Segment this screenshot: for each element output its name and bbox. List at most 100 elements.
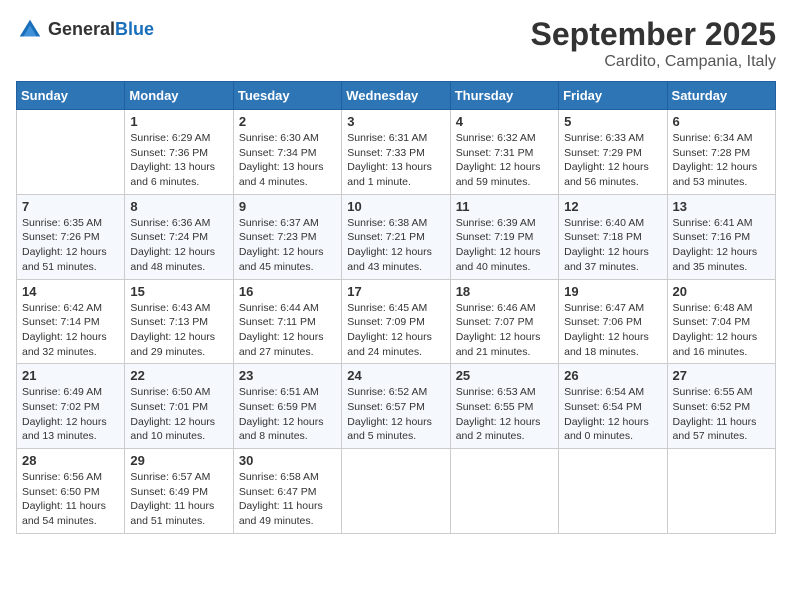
calendar-cell: 3 Sunrise: 6:31 AMSunset: 7:33 PMDaylight…	[342, 110, 450, 195]
calendar-cell: 9 Sunrise: 6:37 AMSunset: 7:23 PMDaylight…	[233, 194, 341, 279]
calendar-cell: 29 Sunrise: 6:57 AMSunset: 6:49 PMDayligh…	[125, 449, 233, 534]
logo-icon	[16, 16, 44, 44]
calendar-cell: 10 Sunrise: 6:38 AMSunset: 7:21 PMDayligh…	[342, 194, 450, 279]
calendar-cell: 13Sunrise: 6:41 AMSunset: 7:16 PMDayligh…	[667, 194, 775, 279]
day-number: 3	[347, 114, 444, 129]
day-number: 25	[456, 368, 553, 383]
day-number: 14	[22, 284, 119, 299]
day-detail: Sunrise: 6:42 AMSunset: 7:14 PMDaylight:…	[22, 301, 119, 360]
day-detail: Sunrise: 6:51 AMSunset: 6:59 PMDaylight:…	[239, 385, 336, 444]
day-number: 18	[456, 284, 553, 299]
calendar-cell: 6Sunrise: 6:34 AMSunset: 7:28 PMDaylight…	[667, 110, 775, 195]
calendar-cell: 20 Sunrise: 6:48 AMSunset: 7:04 PMDayligh…	[667, 279, 775, 364]
calendar-cell: 25 Sunrise: 6:53 AMSunset: 6:55 PMDayligh…	[450, 364, 558, 449]
day-number: 29	[130, 453, 227, 468]
day-detail: Sunrise: 6:37 AMSunset: 7:23 PMDaylight:…	[239, 216, 336, 275]
calendar-week-2: 7 Sunrise: 6:35 AMSunset: 7:26 PMDaylight…	[17, 194, 776, 279]
day-detail: Sunrise: 6:56 AMSunset: 6:50 PMDaylight:…	[22, 470, 119, 529]
day-detail: Sunrise: 6:36 AMSunset: 7:24 PMDaylight:…	[130, 216, 227, 275]
day-detail: Sunrise: 6:38 AMSunset: 7:21 PMDaylight:…	[347, 216, 444, 275]
day-detail: Sunrise: 6:31 AMSunset: 7:33 PMDaylight:…	[347, 131, 444, 190]
day-number: 17	[347, 284, 444, 299]
day-detail: Sunrise: 6:49 AMSunset: 7:02 PMDaylight:…	[22, 385, 119, 444]
day-header-monday: Monday	[125, 82, 233, 110]
day-number: 10	[347, 199, 444, 214]
calendar-cell	[342, 449, 450, 534]
day-detail: Sunrise: 6:33 AMSunset: 7:29 PMDaylight:…	[564, 131, 661, 190]
day-detail: Sunrise: 6:45 AMSunset: 7:09 PMDaylight:…	[347, 301, 444, 360]
day-detail: Sunrise: 6:57 AMSunset: 6:49 PMDaylight:…	[130, 470, 227, 529]
calendar-cell	[17, 110, 125, 195]
day-number: 15	[130, 284, 227, 299]
calendar-cell: 8 Sunrise: 6:36 AMSunset: 7:24 PMDaylight…	[125, 194, 233, 279]
day-number: 19	[564, 284, 661, 299]
calendar-cell: 14 Sunrise: 6:42 AMSunset: 7:14 PMDayligh…	[17, 279, 125, 364]
calendar-cell: 22 Sunrise: 6:50 AMSunset: 7:01 PMDayligh…	[125, 364, 233, 449]
day-number: 30	[239, 453, 336, 468]
day-number: 16	[239, 284, 336, 299]
day-number: 1	[130, 114, 227, 129]
day-number: 4	[456, 114, 553, 129]
day-detail: Sunrise: 6:43 AMSunset: 7:13 PMDaylight:…	[130, 301, 227, 360]
day-detail: Sunrise: 6:53 AMSunset: 6:55 PMDaylight:…	[456, 385, 553, 444]
calendar-cell: 12 Sunrise: 6:40 AMSunset: 7:18 PMDayligh…	[559, 194, 667, 279]
day-number: 11	[456, 199, 553, 214]
day-detail: Sunrise: 6:54 AMSunset: 6:54 PMDaylight:…	[564, 385, 661, 444]
calendar-cell	[450, 449, 558, 534]
calendar-cell: 17 Sunrise: 6:45 AMSunset: 7:09 PMDayligh…	[342, 279, 450, 364]
day-detail: Sunrise: 6:48 AMSunset: 7:04 PMDaylight:…	[673, 301, 770, 360]
calendar-cell: 23 Sunrise: 6:51 AMSunset: 6:59 PMDayligh…	[233, 364, 341, 449]
day-number: 24	[347, 368, 444, 383]
calendar-cell: 21 Sunrise: 6:49 AMSunset: 7:02 PMDayligh…	[17, 364, 125, 449]
day-number: 5	[564, 114, 661, 129]
day-number: 26	[564, 368, 661, 383]
day-number: 22	[130, 368, 227, 383]
day-detail: Sunrise: 6:55 AMSunset: 6:52 PMDaylight:…	[673, 385, 770, 444]
calendar-cell: 28 Sunrise: 6:56 AMSunset: 6:50 PMDayligh…	[17, 449, 125, 534]
day-number: 28	[22, 453, 119, 468]
day-detail: Sunrise: 6:47 AMSunset: 7:06 PMDaylight:…	[564, 301, 661, 360]
day-detail: Sunrise: 6:32 AMSunset: 7:31 PMDaylight:…	[456, 131, 553, 190]
calendar-cell: 5 Sunrise: 6:33 AMSunset: 7:29 PMDaylight…	[559, 110, 667, 195]
logo-general: GeneralBlue	[48, 20, 154, 40]
day-detail: Sunrise: 6:34 AMSunset: 7:28 PMDaylight:…	[673, 131, 770, 190]
day-detail: Sunrise: 6:46 AMSunset: 7:07 PMDaylight:…	[456, 301, 553, 360]
calendar-cell: 24Sunrise: 6:52 AMSunset: 6:57 PMDayligh…	[342, 364, 450, 449]
day-number: 8	[130, 199, 227, 214]
calendar-cell: 4 Sunrise: 6:32 AMSunset: 7:31 PMDaylight…	[450, 110, 558, 195]
day-detail: Sunrise: 6:35 AMSunset: 7:26 PMDaylight:…	[22, 216, 119, 275]
calendar-cell: 18 Sunrise: 6:46 AMSunset: 7:07 PMDayligh…	[450, 279, 558, 364]
calendar-cell: 7 Sunrise: 6:35 AMSunset: 7:26 PMDaylight…	[17, 194, 125, 279]
calendar-cell: 1 Sunrise: 6:29 AMSunset: 7:36 PMDaylight…	[125, 110, 233, 195]
calendar-cell: 26 Sunrise: 6:54 AMSunset: 6:54 PMDayligh…	[559, 364, 667, 449]
page-header: GeneralBlue September 2025 Cardito, Camp…	[16, 16, 776, 71]
day-number: 21	[22, 368, 119, 383]
day-detail: Sunrise: 6:58 AMSunset: 6:47 PMDaylight:…	[239, 470, 336, 529]
day-header-tuesday: Tuesday	[233, 82, 341, 110]
day-number: 9	[239, 199, 336, 214]
day-detail: Sunrise: 6:50 AMSunset: 7:01 PMDaylight:…	[130, 385, 227, 444]
day-detail: Sunrise: 6:39 AMSunset: 7:19 PMDaylight:…	[456, 216, 553, 275]
day-detail: Sunrise: 6:41 AMSunset: 7:16 PMDaylight:…	[673, 216, 770, 275]
calendar-cell: 11 Sunrise: 6:39 AMSunset: 7:19 PMDayligh…	[450, 194, 558, 279]
day-detail: Sunrise: 6:44 AMSunset: 7:11 PMDaylight:…	[239, 301, 336, 360]
day-number: 12	[564, 199, 661, 214]
calendar-cell	[667, 449, 775, 534]
calendar-week-5: 28 Sunrise: 6:56 AMSunset: 6:50 PMDayligh…	[17, 449, 776, 534]
calendar-header-row: SundayMondayTuesdayWednesdayThursdayFrid…	[17, 82, 776, 110]
day-detail: Sunrise: 6:40 AMSunset: 7:18 PMDaylight:…	[564, 216, 661, 275]
day-detail: Sunrise: 6:30 AMSunset: 7:34 PMDaylight:…	[239, 131, 336, 190]
location-title: Cardito, Campania, Italy	[531, 53, 776, 71]
calendar-cell: 16 Sunrise: 6:44 AMSunset: 7:11 PMDayligh…	[233, 279, 341, 364]
day-number: 20	[673, 284, 770, 299]
calendar-cell: 30 Sunrise: 6:58 AMSunset: 6:47 PMDayligh…	[233, 449, 341, 534]
day-number: 27	[673, 368, 770, 383]
day-header-saturday: Saturday	[667, 82, 775, 110]
day-number: 7	[22, 199, 119, 214]
calendar-table: SundayMondayTuesdayWednesdayThursdayFrid…	[16, 81, 776, 534]
logo: GeneralBlue	[16, 16, 154, 44]
day-number: 23	[239, 368, 336, 383]
day-detail: Sunrise: 6:29 AMSunset: 7:36 PMDaylight:…	[130, 131, 227, 190]
day-number: 2	[239, 114, 336, 129]
calendar-cell: 19 Sunrise: 6:47 AMSunset: 7:06 PMDayligh…	[559, 279, 667, 364]
